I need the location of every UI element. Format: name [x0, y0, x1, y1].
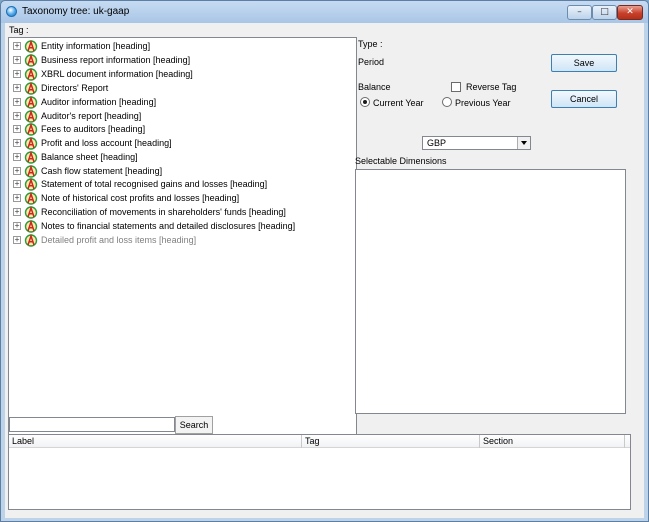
dimensions-list[interactable]: [355, 169, 626, 414]
close-button[interactable]: ✕: [617, 5, 643, 20]
taxonomy-node-icon: [24, 110, 38, 123]
expand-icon[interactable]: +: [13, 56, 21, 64]
column-header-label[interactable]: Label: [9, 435, 302, 448]
taxonomy-node-icon: [24, 192, 38, 205]
title-bar[interactable]: Taxonomy tree: uk-gaap – □ ✕: [1, 1, 648, 23]
tree-item-label: Auditor's report [heading]: [41, 111, 142, 121]
taxonomy-node-icon: [24, 137, 38, 150]
previous-year-radio[interactable]: [442, 97, 452, 107]
tag-label: Tag :: [9, 25, 29, 35]
tree-item-label: Directors' Report: [41, 83, 109, 93]
tree-item-label: Balance sheet [heading]: [41, 152, 138, 162]
expand-icon[interactable]: +: [13, 42, 21, 50]
results-header: Label Tag Section: [9, 435, 630, 448]
results-table[interactable]: Label Tag Section: [8, 434, 631, 510]
reverse-tag-checkbox[interactable]: [451, 82, 461, 92]
taxonomy-node-icon: [24, 206, 38, 219]
expand-icon[interactable]: +: [13, 70, 21, 78]
column-header-tag[interactable]: Tag: [302, 435, 480, 448]
chevron-down-icon[interactable]: [517, 137, 530, 149]
taxonomy-node-icon: [24, 82, 38, 95]
currency-value: GBP: [427, 138, 447, 148]
tree-item-label: Cash flow statement [heading]: [41, 166, 163, 176]
taxonomy-tree[interactable]: + Entity information [heading] + Busines…: [8, 37, 357, 436]
expand-icon[interactable]: +: [13, 98, 21, 106]
dimensions-label: Selectable Dimensions: [355, 156, 447, 166]
expand-icon[interactable]: +: [13, 208, 21, 216]
tree-item-label: XBRL document information [heading]: [41, 69, 193, 79]
type-label: Type :: [358, 39, 383, 49]
expand-icon[interactable]: +: [13, 167, 21, 175]
tree-item-label: Fees to auditors [heading]: [41, 124, 146, 134]
taxonomy-node-icon: [24, 96, 38, 109]
tree-item-label: Entity information [heading]: [41, 41, 151, 51]
save-button[interactable]: Save: [551, 54, 617, 72]
balance-label: Balance: [358, 82, 391, 92]
search-input[interactable]: [9, 417, 175, 432]
cancel-button[interactable]: Cancel: [551, 90, 617, 108]
taxonomy-node-icon: [24, 151, 38, 164]
expand-icon[interactable]: +: [13, 180, 21, 188]
tree-item-label: Profit and loss account [heading]: [41, 138, 172, 148]
expand-icon[interactable]: +: [13, 139, 21, 147]
expand-icon[interactable]: +: [13, 236, 21, 244]
search-button[interactable]: Search: [175, 416, 213, 434]
expand-icon[interactable]: +: [13, 153, 21, 161]
expand-icon[interactable]: +: [13, 112, 21, 120]
column-header-section[interactable]: Section: [480, 435, 625, 448]
current-year-radio[interactable]: [360, 97, 370, 107]
window: Taxonomy tree: uk-gaap – □ ✕ Tag : + Ent…: [0, 0, 649, 522]
tree-item-label: Reconciliation of movements in sharehold…: [41, 207, 286, 217]
taxonomy-node-icon: [24, 54, 38, 67]
tree-item-label: Statement of total recognised gains and …: [41, 179, 268, 189]
period-label: Period: [358, 57, 385, 67]
expand-icon[interactable]: +: [13, 194, 21, 202]
expand-icon[interactable]: +: [13, 125, 21, 133]
app-icon: [6, 6, 17, 17]
tree-item-label: Notes to financial statements and detail…: [41, 221, 296, 231]
dialog-body: Tag : + Entity information [heading] + B…: [5, 23, 644, 518]
taxonomy-node-icon: [24, 123, 38, 136]
expand-icon[interactable]: +: [13, 222, 21, 230]
taxonomy-node-icon: [24, 165, 38, 178]
tree-item-label: Detailed profit and loss items [heading]: [41, 235, 197, 245]
window-title: Taxonomy tree: uk-gaap: [22, 6, 130, 17]
tree-item-label: Business report information [heading]: [41, 55, 191, 65]
tree-item-label: Note of historical cost profits and loss…: [41, 193, 240, 203]
tree-item-label: Auditor information [heading]: [41, 97, 157, 107]
taxonomy-node-icon: [24, 68, 38, 81]
taxonomy-node-icon: [24, 220, 38, 233]
expand-icon[interactable]: +: [13, 84, 21, 92]
minimize-button[interactable]: –: [567, 5, 592, 20]
taxonomy-node-icon: [24, 234, 38, 247]
taxonomy-node-icon: [24, 178, 38, 191]
currency-select[interactable]: GBP: [422, 136, 531, 150]
reverse-tag-label: Reverse Tag: [466, 82, 517, 92]
maximize-button[interactable]: □: [592, 5, 617, 20]
previous-year-label: Previous Year: [455, 98, 511, 108]
current-year-label: Current Year: [373, 98, 424, 108]
taxonomy-node-icon: [24, 40, 38, 53]
